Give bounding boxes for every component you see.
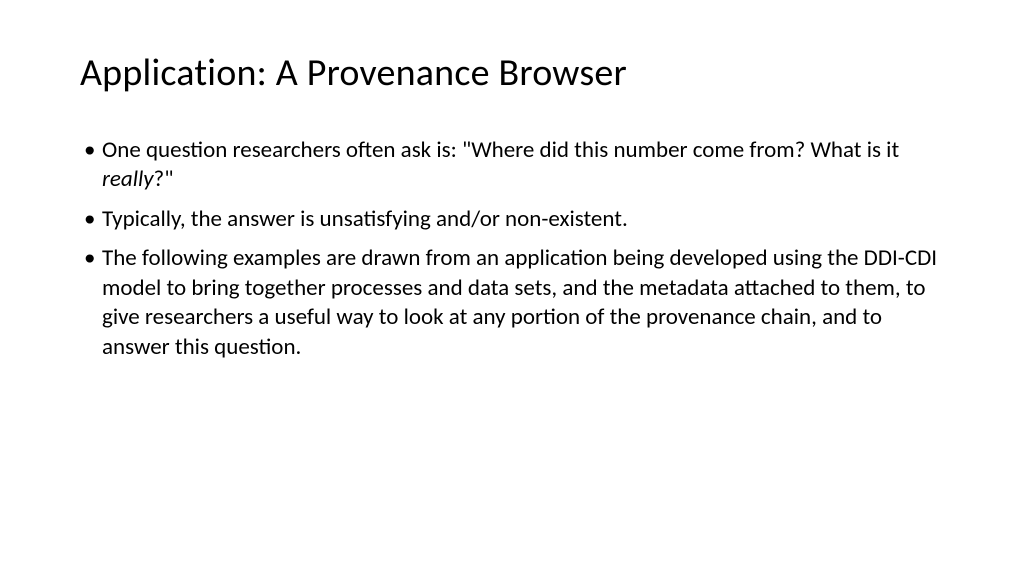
bullet-list: One question researchers often ask is: "… xyxy=(80,136,954,362)
bullet-item: The following examples are drawn from an… xyxy=(80,244,954,362)
bullet-item: Typically, the answer is unsatisfying an… xyxy=(80,205,954,234)
bullet-text-suffix: ?" xyxy=(154,165,174,193)
slide-title: Application: A Provenance Browser xyxy=(80,50,954,96)
bullet-text: Typically, the answer is unsatisfying an… xyxy=(102,205,628,233)
bullet-item: One question researchers often ask is: "… xyxy=(80,136,954,195)
bullet-text: The following examples are drawn from an… xyxy=(102,244,937,360)
bullet-text-prefix: One question researchers often ask is: "… xyxy=(102,136,899,164)
bullet-text-italic: really xyxy=(102,165,154,193)
